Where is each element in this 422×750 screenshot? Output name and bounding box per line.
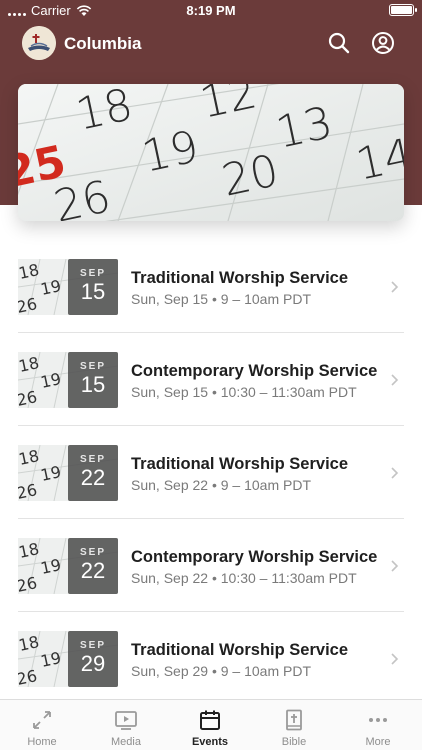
date-day: 15 xyxy=(80,279,106,304)
app-title: Columbia xyxy=(64,34,142,53)
event-title: Contemporary Worship Service xyxy=(131,548,378,566)
hero-calendar-image: 18 19 20 26 12 13 14 25 xyxy=(18,84,404,221)
church-logo[interactable] xyxy=(22,26,56,60)
date-day: 22 xyxy=(80,465,106,490)
chevron-right-icon xyxy=(391,653,399,665)
date-day: 29 xyxy=(80,651,106,676)
event-row[interactable]: 18 19 26 SEP 22 Contemporary Worship Ser… xyxy=(0,519,422,612)
date-month: SEP xyxy=(79,361,106,372)
event-title: Traditional Worship Service xyxy=(131,269,349,287)
chevron-right-icon xyxy=(391,560,399,572)
date-badge: SEP 22 xyxy=(68,445,118,501)
date-day: 15 xyxy=(80,372,106,397)
tab-events[interactable]: Events xyxy=(168,700,252,750)
event-row[interactable]: 18 19 26 SEP 22 Traditional Worship Serv… xyxy=(0,426,422,519)
search-icon[interactable] xyxy=(327,31,351,55)
chevron-right-icon xyxy=(391,281,399,293)
event-time: Sun, Sep 15 • 9 – 10am PDT xyxy=(131,291,312,307)
media-icon xyxy=(115,711,137,730)
date-badge: SEP 15 xyxy=(68,259,118,315)
tab-bible[interactable]: Bible xyxy=(252,700,336,750)
date-badge: SEP 29 xyxy=(68,631,118,687)
date-month: SEP xyxy=(79,454,106,465)
event-title: Contemporary Worship Service xyxy=(131,362,378,380)
event-title: Traditional Worship Service xyxy=(131,455,349,473)
tab-home[interactable]: Home xyxy=(0,700,84,750)
chevron-right-icon xyxy=(391,374,399,386)
app-header: Columbia xyxy=(0,26,422,62)
event-time: Sun, Sep 22 • 10:30 – 11:30am PDT xyxy=(131,570,357,586)
status-bar: Carrier 8:19 PM xyxy=(0,0,422,22)
event-time: Sun, Sep 29 • 9 – 10am PDT xyxy=(131,663,312,679)
tab-media[interactable]: Media xyxy=(84,700,168,750)
date-month: SEP xyxy=(79,547,106,558)
tab-more[interactable]: More xyxy=(336,700,420,750)
tab-label: Bible xyxy=(281,736,307,748)
events-icon xyxy=(200,710,220,730)
event-row[interactable]: 18 19 26 SEP 29 Traditional Worship Serv… xyxy=(0,612,422,705)
tab-label: Media xyxy=(111,736,141,748)
event-time: Sun, Sep 15 • 10:30 – 11:30am PDT xyxy=(131,384,357,400)
date-badge: SEP 15 xyxy=(68,352,118,408)
tab-label: Events xyxy=(191,736,229,748)
event-time: Sun, Sep 22 • 9 – 10am PDT xyxy=(131,477,312,493)
date-day: 22 xyxy=(80,558,106,583)
home-icon xyxy=(33,711,51,729)
date-badge: SEP 22 xyxy=(68,538,118,594)
more-icon xyxy=(369,718,387,722)
church-logo-icon xyxy=(22,26,56,60)
event-list: 18 19 26 SEP 15 Traditional Worship Serv… xyxy=(0,240,422,705)
tab-label: More xyxy=(365,736,391,748)
tab-bar: Home Media Events Bible More xyxy=(0,699,422,750)
bible-icon xyxy=(286,709,302,731)
event-row[interactable]: 18 19 26 SEP 15 Traditional Worship Serv… xyxy=(0,240,422,333)
battery-icon xyxy=(389,4,417,16)
tab-label: Home xyxy=(27,736,57,748)
event-title: Traditional Worship Service xyxy=(131,641,349,659)
chevron-right-icon xyxy=(391,467,399,479)
hero-number: 14 xyxy=(352,129,404,191)
calendar-image: 18 19 20 26 12 13 14 25 xyxy=(18,84,404,221)
account-icon[interactable] xyxy=(371,31,395,55)
date-month: SEP xyxy=(79,268,106,279)
event-row[interactable]: 18 19 26 SEP 15 Contemporary Worship Ser… xyxy=(0,333,422,426)
clock: 8:19 PM xyxy=(186,3,236,18)
date-month: SEP xyxy=(79,640,106,651)
